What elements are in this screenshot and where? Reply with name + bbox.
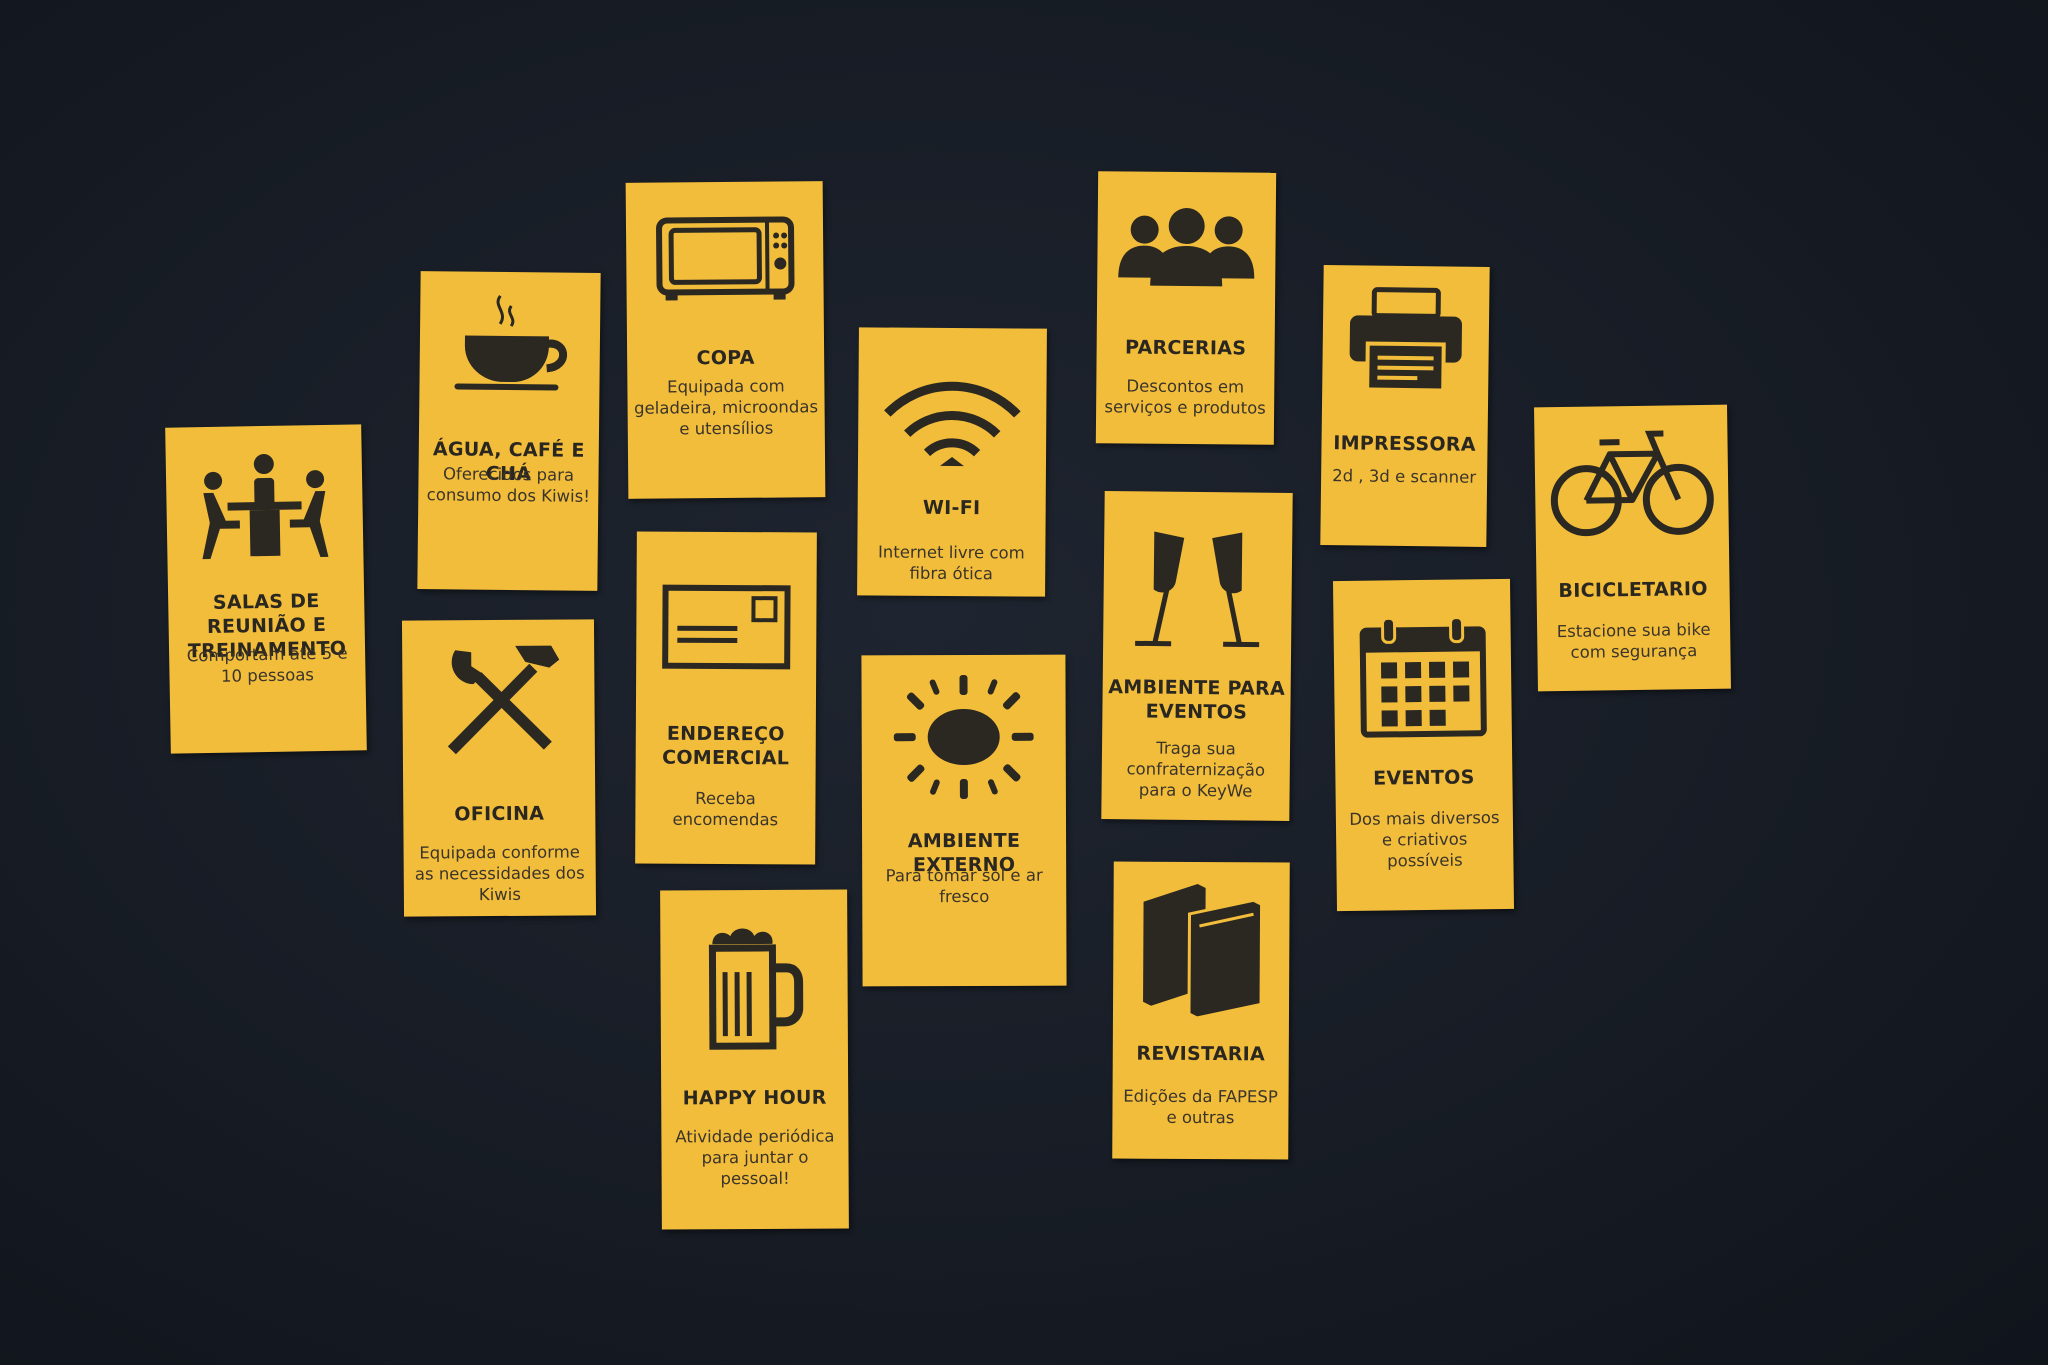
card-title: IMPRESSORA bbox=[1333, 432, 1476, 456]
printer-icon bbox=[1349, 287, 1462, 393]
card-wifi: WI-FI Internet livre com fibra ótica bbox=[857, 327, 1047, 597]
card-description: Edições da FAPESP e outras bbox=[1123, 1086, 1278, 1128]
card-revistaria: REVISTARIA Edições da FAPESP e outras bbox=[1112, 861, 1290, 1160]
card-title: WI-FI bbox=[922, 496, 981, 520]
card-description: 2d , 3d e scanner bbox=[1332, 466, 1477, 487]
card-description: Para tomar sol e ar fresco bbox=[885, 865, 1043, 907]
card-title: EVENTOS bbox=[1373, 766, 1475, 790]
card-description: Equipada com geladeira, microondas e ute… bbox=[634, 376, 819, 439]
card-title: BICICLETARIO bbox=[1558, 577, 1708, 603]
card-description: Receba encomendas bbox=[672, 788, 779, 830]
card-title: HAPPY HOUR bbox=[682, 1086, 827, 1110]
microwave-icon bbox=[655, 216, 795, 301]
tools-icon bbox=[447, 645, 560, 755]
card-description: Equipada conforme as necessidades dos Ki… bbox=[414, 842, 585, 905]
card-endereco: ENDEREÇO COMERCIAL Receba encomendas bbox=[635, 531, 817, 865]
card-title: COPA bbox=[696, 346, 755, 370]
card-parcerias: PARCERIAS Descontos em serviços e produt… bbox=[1095, 171, 1277, 445]
card-title: OFICINA bbox=[454, 802, 545, 826]
card-salas: SALAS DE REUNIÃO E TREINAMENTO Comportam… bbox=[165, 424, 367, 754]
card-description: Comportam até 5 e 10 pessoas bbox=[186, 643, 348, 686]
card-description: Atividade periódica para juntar o pessoa… bbox=[675, 1126, 835, 1189]
card-description: Dos mais diversos e criativos possíveis bbox=[1349, 808, 1500, 871]
card-description: Descontos em serviços e produtos bbox=[1104, 376, 1266, 418]
card-title: PARCERIAS bbox=[1124, 336, 1247, 360]
card-eventos: EVENTOS Dos mais diversos e criativos po… bbox=[1332, 578, 1515, 912]
card-description: Traga sua confraternização para o KeyWe bbox=[1126, 738, 1266, 801]
card-eventos-ambiente: AMBIENTE PARA EVENTOS Traga sua confrate… bbox=[1101, 491, 1293, 821]
calendar-icon bbox=[1359, 616, 1487, 738]
card-title: AMBIENTE PARA EVENTOS bbox=[1108, 676, 1286, 724]
card-description: Internet livre com fibra ótica bbox=[877, 542, 1025, 584]
card-copa: COPA Equipada com geladeira, microondas … bbox=[625, 181, 826, 499]
champagne-icon bbox=[1135, 531, 1260, 648]
card-happy-hour: HAPPY HOUR Atividade periódica para junt… bbox=[660, 889, 849, 1230]
card-description: Estacione sua bike com segurança bbox=[1556, 619, 1711, 662]
coffee-cup-icon bbox=[454, 294, 568, 391]
card-title: REVISTARIA bbox=[1136, 1042, 1266, 1066]
wifi-icon bbox=[884, 381, 1021, 467]
card-title: ENDEREÇO COMERCIAL bbox=[662, 722, 790, 770]
card-oficina: OFICINA Equipada conforme as necessidade… bbox=[401, 619, 597, 917]
sun-icon bbox=[893, 674, 1034, 800]
card-description: Oferecidos para consumo dos Kiwis! bbox=[426, 464, 591, 506]
card-bicicletario: BICICLETARIO Estacione sua bike com segu… bbox=[1534, 404, 1731, 692]
people-icon bbox=[1118, 208, 1255, 287]
beer-mug-icon bbox=[708, 928, 803, 1050]
card-impressora: IMPRESSORA 2d , 3d e scanner bbox=[1320, 264, 1490, 548]
envelope-icon bbox=[662, 584, 791, 670]
meeting-icon bbox=[202, 454, 329, 560]
books-icon bbox=[1143, 883, 1264, 1020]
card-agua: ÁGUA, CAFÉ E CHÁ Oferecidos para consumo… bbox=[417, 271, 601, 591]
card-externo: AMBIENTE EXTERNO Para tomar sol e ar fre… bbox=[861, 654, 1067, 987]
bicycle-icon bbox=[1550, 430, 1714, 537]
